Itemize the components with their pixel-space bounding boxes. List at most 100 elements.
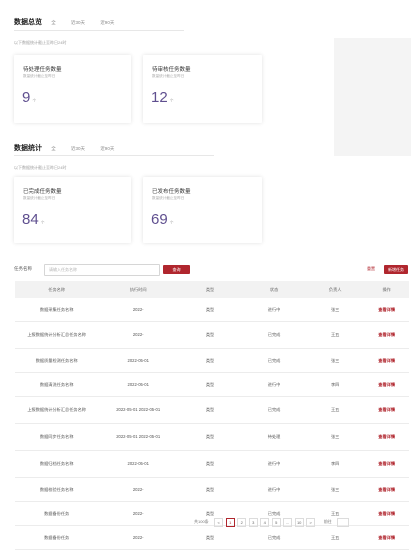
overview-title: 数据总览	[14, 19, 42, 26]
tab-all[interactable]: 全	[51, 20, 56, 26]
total-count: 共100条	[194, 519, 209, 524]
cell-type: 类型	[178, 450, 243, 478]
cell-time: 2022-	[98, 321, 179, 349]
add-task-button[interactable]: 新增任务	[384, 265, 408, 274]
cell-type: 类型	[178, 423, 243, 451]
page-button-4[interactable]: 4	[260, 517, 270, 527]
jump-label: 前往	[323, 519, 332, 524]
cell-status: 进行中	[242, 477, 307, 502]
cell-time: 2022-05-01	[98, 348, 179, 373]
card-value: 84 个	[22, 211, 45, 228]
input-placeholder: 请输入任务名称	[49, 267, 77, 272]
table-row: 上报数据统计分析汇总任务名称 2022- 类型 已完成 王五 查看详情	[15, 321, 409, 349]
column-header-name[interactable]: 任务名称	[15, 281, 99, 298]
page-button-5[interactable]: 5	[271, 517, 281, 527]
view-detail-link[interactable]: 查看详情	[364, 372, 409, 397]
prev-page-button[interactable]: <	[214, 517, 224, 527]
page-button-1[interactable]: 1	[225, 517, 235, 527]
cell-name: 数据备份任务	[15, 525, 99, 550]
cell-owner: 王五	[306, 321, 365, 349]
stat-card-completed[interactable]: 已完成任务数量 数量统计截止至昨日 84 个	[14, 177, 131, 243]
page-button-10[interactable]: 10	[294, 517, 304, 527]
cell-type: 类型	[178, 525, 243, 550]
table-row: 数据归档任务名称 2022-05-01 类型 进行中 李四 查看详情	[15, 450, 409, 478]
divider	[14, 30, 184, 31]
tab-90-days[interactable]: 近90天	[100, 20, 114, 26]
table-row: 数据校验任务名称 2022- 类型 进行中 张三 查看详情	[15, 477, 409, 502]
cell-time: 2022-	[98, 298, 179, 322]
view-detail-link[interactable]: 查看详情	[364, 396, 409, 424]
column-header-type[interactable]: 类型	[178, 281, 243, 298]
table-header-row: 任务名称 执行时间 类型 状态 负责人 操作	[15, 281, 409, 298]
overview-header: 数据总览 全 近30天 近90天	[14, 17, 114, 27]
view-detail-link[interactable]: 查看详情	[364, 501, 409, 526]
cell-status: 已完成	[242, 525, 307, 550]
column-header-owner[interactable]: 负责人	[306, 281, 365, 298]
stat-card-pending[interactable]: 待处理任务数量 数量统计截止至昨日 9个	[14, 55, 131, 123]
table-row: 数据清洗任务名称 2022-05-01 类型 进行中 李四 查看详情	[15, 372, 409, 397]
view-detail-link[interactable]: 查看详情	[364, 450, 409, 478]
cell-status: 已完成	[242, 396, 307, 424]
table-row: 数据同步任务名称 2022-05-01 2022-05-01 类型 待处理 张三 查看详情	[15, 423, 409, 451]
view-detail-link[interactable]: 查看详情	[364, 525, 409, 550]
column-header-time[interactable]: 执行时间	[98, 281, 179, 298]
stat-card-review[interactable]: 待审核任务数量 数量统计截止至昨日 12 个	[143, 55, 262, 123]
statistics-title: 数据统计	[14, 145, 42, 152]
card-subtitle: 数量统计截止至昨日	[152, 74, 185, 78]
cell-name: 数据备份任务	[15, 501, 99, 526]
stat-card-published[interactable]: 已发布任务数量 数量统计截止至昨日 69 个	[143, 177, 262, 243]
cell-time: 2022-	[98, 501, 179, 526]
tab-90-days-2[interactable]: 近90天	[100, 146, 114, 152]
divider	[14, 155, 214, 156]
cell-owner: 张三	[306, 477, 365, 502]
cell-owner: 王五	[306, 396, 365, 424]
view-detail-link[interactable]: 查看详情	[364, 298, 409, 322]
cell-status: 待处理	[242, 423, 307, 451]
cell-type: 类型	[178, 372, 243, 397]
cell-owner: 李四	[306, 372, 365, 397]
card-subtitle: 数量统计截止至昨日	[23, 196, 56, 200]
cell-time: 2022-05-01 2022-05-01	[98, 423, 179, 451]
reset-button[interactable]: 重置	[367, 266, 375, 272]
cell-type: 类型	[178, 298, 243, 322]
cell-type: 类型	[178, 477, 243, 502]
view-detail-link[interactable]: 查看详情	[364, 423, 409, 451]
page-button-2[interactable]: 2	[237, 517, 247, 527]
tab-all-2[interactable]: 全	[51, 146, 56, 152]
page-ellipsis: ...	[283, 517, 293, 527]
table-row: 数据备份任务 2022- 类型 已完成 王五 查看详情	[15, 525, 409, 550]
view-detail-link[interactable]: 查看详情	[364, 321, 409, 349]
column-header-action: 操作	[364, 281, 409, 298]
view-detail-link[interactable]: 查看详情	[364, 348, 409, 373]
card-value: 12 个	[151, 89, 174, 106]
table-row: 上报数据统计分析汇总任务名称 2022-05-01 2022-05-01 类型 已完成…	[15, 396, 409, 424]
cell-owner: 王五	[306, 525, 365, 550]
jump-page-input[interactable]	[337, 517, 350, 527]
card-title: 待处理任务数量	[23, 67, 62, 73]
pagination: 共100条 < 1 2 3 4 5 ... 10 > 前往	[194, 517, 350, 527]
cell-status: 已完成	[242, 321, 307, 349]
view-detail-link[interactable]: 查看详情	[364, 477, 409, 502]
card-subtitle: 数量统计截止至昨日	[23, 74, 56, 78]
column-header-status[interactable]: 状态	[242, 281, 307, 298]
card-subtitle: 数量统计截止至昨日	[152, 196, 185, 200]
tab-30-days-2[interactable]: 近30天	[71, 146, 85, 152]
cell-owner: 张三	[306, 348, 365, 373]
tab-30-days[interactable]: 近30天	[71, 20, 85, 26]
search-button[interactable]: 查询	[163, 265, 190, 274]
cell-status: 进行中	[242, 450, 307, 478]
card-title: 已发布任务数量	[152, 189, 191, 195]
task-name-input[interactable]: 请输入任务名称	[44, 264, 160, 276]
cell-time: 2022-	[98, 525, 179, 550]
cell-status: 进行中	[242, 372, 307, 397]
cell-time: 2022-	[98, 477, 179, 502]
next-page-button[interactable]: >	[306, 517, 316, 527]
statistics-header: 数据统计 全 近30天 近90天	[14, 143, 114, 153]
table-row: 数据采集任务名称 2022- 类型 进行中 张三 查看详情	[15, 298, 409, 322]
page-button-3[interactable]: 3	[248, 517, 258, 527]
cell-owner: 张三	[306, 298, 365, 322]
background-panel	[334, 38, 411, 156]
card-title: 待审核任务数量	[152, 67, 191, 73]
cell-name: 数据同步任务名称	[15, 423, 99, 451]
cell-type: 类型	[178, 396, 243, 424]
